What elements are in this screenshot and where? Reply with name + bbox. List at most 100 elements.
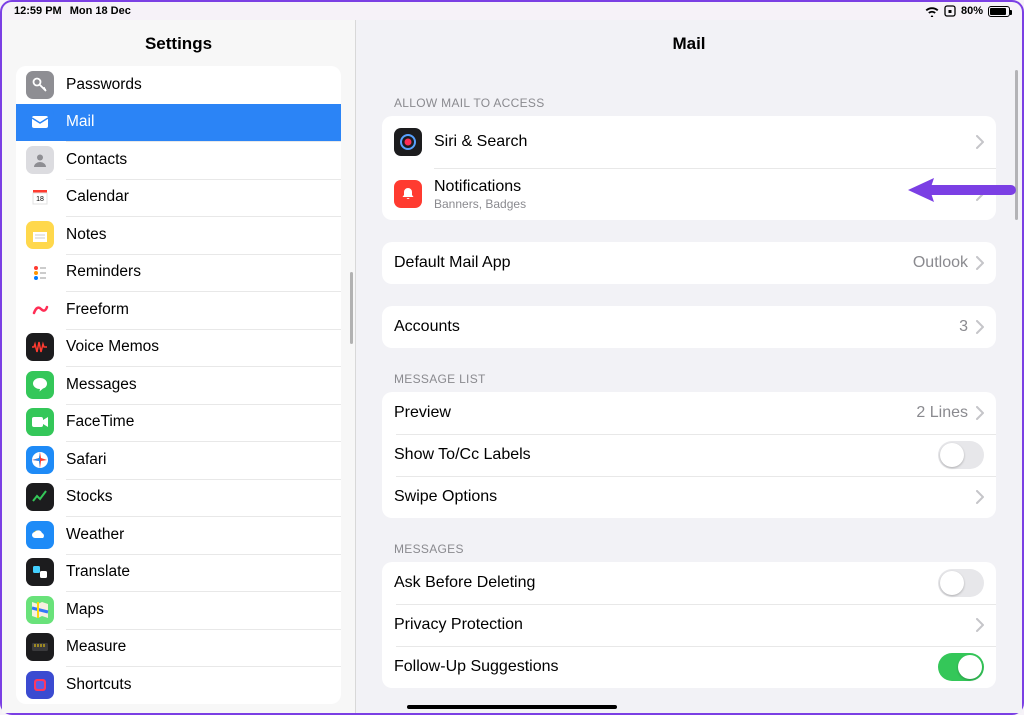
battery-icon <box>988 6 1010 17</box>
sidebar-item-label: Calendar <box>66 188 129 206</box>
chevron-right-icon <box>976 187 984 201</box>
row-default-mail-app[interactable]: Default Mail App Outlook <box>382 242 996 284</box>
accounts-value: 3 <box>959 318 968 336</box>
wave-icon <box>26 333 54 361</box>
detail-scrollbar[interactable] <box>1015 70 1018 220</box>
sidebar-item-label: Mail <box>66 113 94 131</box>
chevron-right-icon <box>976 320 984 334</box>
sidebar-item-passwords[interactable]: Passwords <box>16 66 341 104</box>
detail-title: Mail <box>356 20 1022 66</box>
notes-icon <box>26 221 54 249</box>
chevron-right-icon <box>976 256 984 270</box>
ask-delete-toggle[interactable] <box>938 569 984 597</box>
svg-text:18: 18 <box>36 196 44 203</box>
sidebar-item-label: Notes <box>66 226 107 244</box>
chevron-right-icon <box>976 135 984 149</box>
sidebar-item-maps[interactable]: Maps <box>16 591 341 629</box>
detail-pane: Mail Allow Mail to Access Siri & Search <box>356 20 1022 713</box>
notifications-subtitle: Banners, Badges <box>434 197 976 211</box>
notifications-label: Notifications <box>434 178 976 196</box>
sidebar-item-translate[interactable]: Translate <box>16 554 341 592</box>
person-icon <box>26 146 54 174</box>
sidebar-item-label: Passwords <box>66 76 142 94</box>
preview-value: 2 Lines <box>916 404 968 422</box>
row-followup[interactable]: Follow-Up Suggestions <box>382 646 996 688</box>
row-accounts[interactable]: Accounts 3 <box>382 306 996 348</box>
siri-label: Siri & Search <box>434 133 976 151</box>
row-show-tocc[interactable]: Show To/Cc Labels <box>382 434 996 476</box>
orientation-lock-icon <box>944 5 956 17</box>
chevron-right-icon <box>976 490 984 504</box>
sidebar-item-label: Reminders <box>66 263 141 281</box>
key-icon <box>26 71 54 99</box>
sidebar-item-label: Voice Memos <box>66 338 159 356</box>
sidebar-item-stocks[interactable]: Stocks <box>16 479 341 517</box>
section-header-messages: Messages <box>382 518 996 562</box>
sidebar-item-label: Stocks <box>66 488 113 506</box>
followup-toggle[interactable] <box>938 653 984 681</box>
video-icon <box>26 408 54 436</box>
maps-icon <box>26 596 54 624</box>
sidebar-item-shortcuts[interactable]: Shortcuts <box>16 666 341 704</box>
sidebar-list[interactable]: Passwords Mail Contacts 18 Calendar Notes Remi… <box>2 66 355 713</box>
status-date: Mon 18 Dec <box>70 5 131 17</box>
msg-icon <box>26 371 54 399</box>
status-time: 12:59 PM <box>14 5 62 17</box>
row-notifications[interactable]: Notifications Banners, Badges <box>382 168 996 220</box>
row-preview[interactable]: Preview 2 Lines <box>382 392 996 434</box>
chevron-right-icon <box>976 618 984 632</box>
mail-icon <box>26 108 54 136</box>
sidebar-item-weather[interactable]: Weather <box>16 516 341 554</box>
accounts-label: Accounts <box>394 318 959 336</box>
home-indicator <box>407 705 617 709</box>
ask-delete-label: Ask Before Deleting <box>394 574 938 592</box>
sidebar-item-reminders[interactable]: Reminders <box>16 254 341 292</box>
measure-icon <box>26 633 54 661</box>
shortcut-icon <box>26 671 54 699</box>
row-swipe-options[interactable]: Swipe Options <box>382 476 996 518</box>
section-header-access: Allow Mail to Access <box>382 66 996 116</box>
sidebar-item-label: Messages <box>66 376 137 394</box>
sidebar-item-voice-memos[interactable]: Voice Memos <box>16 329 341 367</box>
row-privacy-protection[interactable]: Privacy Protection <box>382 604 996 646</box>
sidebar-scrollbar[interactable] <box>350 272 353 344</box>
settings-sidebar: Settings Passwords Mail Contacts 18 Calendar… <box>2 20 356 713</box>
section-header-message-list: Message List <box>382 348 996 392</box>
safari-icon <box>26 446 54 474</box>
sidebar-title: Settings <box>2 20 355 66</box>
cal-icon: 18 <box>26 183 54 211</box>
dots-icon <box>26 258 54 286</box>
status-bar: 12:59 PM Mon 18 Dec 80% <box>2 2 1022 20</box>
tocc-label: Show To/Cc Labels <box>394 446 938 464</box>
sidebar-item-label: Translate <box>66 563 130 581</box>
sidebar-item-notes[interactable]: Notes <box>16 216 341 254</box>
sidebar-item-label: Measure <box>66 638 126 656</box>
sidebar-item-freeform[interactable]: Freeform <box>16 291 341 329</box>
weather-icon <box>26 521 54 549</box>
sidebar-item-label: Weather <box>66 526 124 544</box>
swipe-label: Swipe Options <box>394 488 976 506</box>
privacy-label: Privacy Protection <box>394 616 976 634</box>
trans-icon <box>26 558 54 586</box>
sidebar-item-label: Freeform <box>66 301 129 319</box>
sidebar-item-label: Safari <box>66 451 107 469</box>
battery-percent: 80% <box>961 5 983 17</box>
chevron-right-icon <box>976 406 984 420</box>
stocks-icon <box>26 483 54 511</box>
sidebar-item-messages[interactable]: Messages <box>16 366 341 404</box>
sidebar-item-mail[interactable]: Mail <box>16 104 341 142</box>
row-siri-search[interactable]: Siri & Search <box>382 116 996 168</box>
sidebar-item-facetime[interactable]: FaceTime <box>16 404 341 442</box>
default-mail-label: Default Mail App <box>394 254 913 272</box>
default-mail-value: Outlook <box>913 254 968 272</box>
sidebar-item-measure[interactable]: Measure <box>16 629 341 667</box>
sidebar-item-calendar[interactable]: 18 Calendar <box>16 179 341 217</box>
sidebar-item-label: Maps <box>66 601 104 619</box>
preview-label: Preview <box>394 404 916 422</box>
sidebar-item-label: FaceTime <box>66 413 134 431</box>
row-ask-before-deleting[interactable]: Ask Before Deleting <box>382 562 996 604</box>
section-header-threading: Threading <box>382 688 996 713</box>
tocc-toggle[interactable] <box>938 441 984 469</box>
sidebar-item-contacts[interactable]: Contacts <box>16 141 341 179</box>
sidebar-item-safari[interactable]: Safari <box>16 441 341 479</box>
